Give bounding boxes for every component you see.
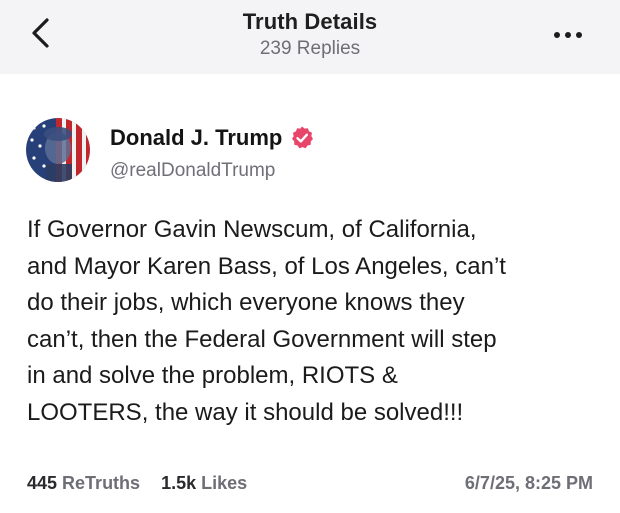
post-stats: 445 ReTruths 1.5k Likes [27,473,268,494]
retruths-count: 445 [27,473,58,493]
author-name[interactable]: Donald J. Trump [110,125,315,151]
post-timestamp: 6/7/25, 8:25 PM [464,473,593,493]
likes-label: Likes [201,473,248,493]
top-bar: Truth Details 239 Replies [0,0,620,74]
verified-badge-icon [289,125,315,151]
replies-count[interactable]: 239 Replies [0,38,620,60]
avatar-image [26,118,90,182]
likes-count: 1.5k [161,473,197,493]
post-text: If Governor Gavin Newscum, of California… [27,216,506,426]
retruths-label: ReTruths [62,473,141,493]
ellipsis-icon [554,32,582,38]
author-handle[interactable]: @realDonaldTrump [110,160,275,182]
retruths-stat[interactable]: 445 ReTruths [27,473,140,494]
page-title: Truth Details [242,9,378,34]
more-options-button[interactable] [546,22,594,48]
avatar[interactable] [26,118,90,182]
author-name-text: Donald J. Trump [110,125,283,150]
likes-stat[interactable]: 1.5k Likes [161,473,247,494]
